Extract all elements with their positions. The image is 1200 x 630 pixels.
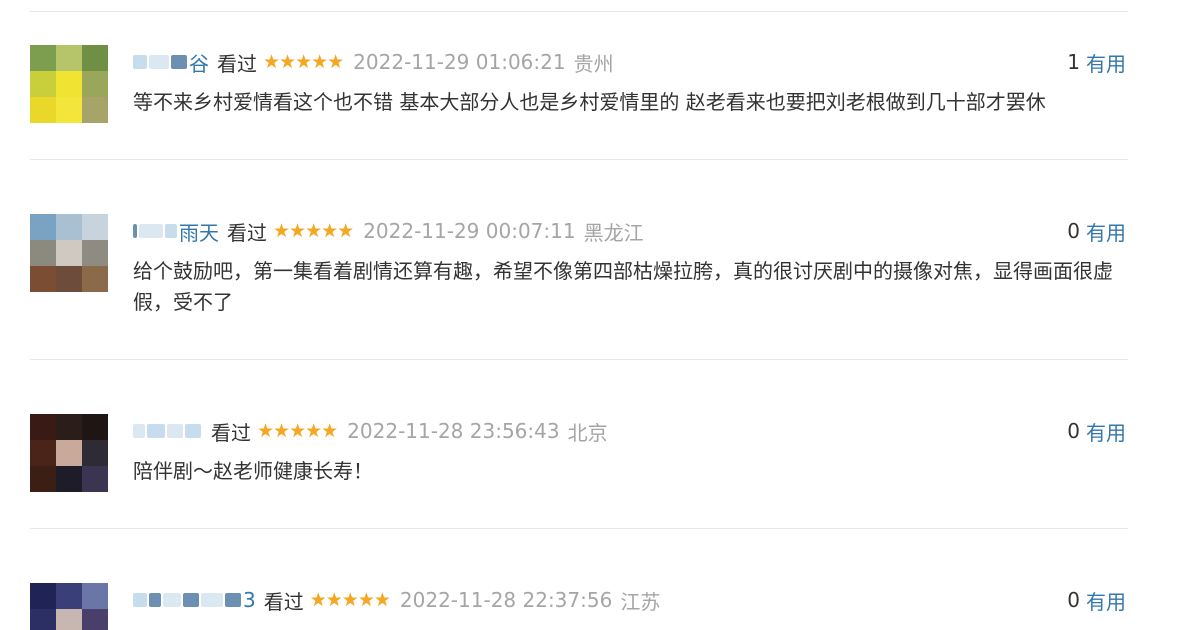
avatar[interactable] xyxy=(30,214,108,292)
username-link[interactable]: 3 xyxy=(133,588,256,612)
avatar[interactable] xyxy=(30,583,108,630)
useful-button[interactable]: 有用 xyxy=(1086,586,1126,615)
avatar[interactable] xyxy=(30,414,108,492)
review-time: 2022-11-28 22:37:56 xyxy=(399,588,613,612)
username-text: 雨天 xyxy=(179,220,219,245)
review-item: 谷 看过 ★★★★★ 2022-11-29 01:06:21 贵州 1 有用 等… xyxy=(30,45,1128,135)
vote-area: 0 有用 xyxy=(1067,217,1126,245)
review-item: 看过 ★★★★★ 2022-11-28 23:56:43 北京 0 有用 陪伴剧… xyxy=(30,414,1128,504)
rating-stars: ★★★★★ xyxy=(273,220,354,242)
username-text: 谷 xyxy=(189,51,209,76)
review-text: 陪伴剧～赵老师健康长寿！ xyxy=(133,459,373,483)
rating-stars: ★★★★★ xyxy=(257,420,338,442)
useful-button[interactable]: 有用 xyxy=(1086,48,1126,77)
review-location: 贵州 xyxy=(573,51,614,76)
vote-area: 0 有用 xyxy=(1067,586,1126,614)
useful-count: 0 xyxy=(1067,219,1080,243)
review-text: 等不来乡村爱情看这个也不错 基本大部分人也是乡村爱情里的 赵老看来也要把刘老根做… xyxy=(133,90,1046,114)
review-text: 给个鼓励吧，第一集看着剧情还算有趣，希望不像第四部枯燥拉胯，真的很讨厌剧中的摄像… xyxy=(133,259,1113,314)
rating-stars: ★★★★★ xyxy=(309,589,391,611)
avatar[interactable] xyxy=(30,45,108,123)
divider xyxy=(30,11,1128,12)
divider xyxy=(30,359,1128,360)
review-item: 3 看过 ★★★★★ 2022-11-28 22:37:56 江苏 0 有用 xyxy=(30,583,1128,630)
review-location: 北京 xyxy=(567,420,608,445)
rating-stars: ★★★★★ xyxy=(263,51,344,73)
divider xyxy=(30,159,1128,160)
username-link[interactable]: 谷 xyxy=(133,48,209,77)
review-time: 2022-11-29 01:06:21 xyxy=(353,50,566,74)
useful-count: 0 xyxy=(1067,588,1080,612)
useful-count: 0 xyxy=(1067,419,1080,443)
review-time: 2022-11-28 23:56:43 xyxy=(347,419,560,443)
review-meta: 雨天 看过 ★★★★★ 2022-11-29 00:07:11 黑龙江 xyxy=(133,217,644,245)
divider xyxy=(30,528,1128,529)
review-location: 江苏 xyxy=(620,589,661,614)
vote-area: 0 有用 xyxy=(1067,417,1126,445)
review-meta: 谷 看过 ★★★★★ 2022-11-29 01:06:21 贵州 xyxy=(133,48,614,76)
username-link[interactable]: 雨天 xyxy=(133,217,219,246)
vote-area: 1 有用 xyxy=(1067,48,1126,76)
username-link[interactable] xyxy=(133,424,203,438)
useful-button[interactable]: 有用 xyxy=(1086,217,1126,246)
review-meta: 看过 ★★★★★ 2022-11-28 23:56:43 北京 xyxy=(133,417,608,445)
watch-status: 看过 xyxy=(263,589,304,614)
review-time: 2022-11-29 00:07:11 xyxy=(363,219,576,243)
watch-status: 看过 xyxy=(217,51,257,76)
useful-count: 1 xyxy=(1067,50,1080,74)
username-text: 3 xyxy=(243,588,256,612)
review-meta: 3 看过 ★★★★★ 2022-11-28 22:37:56 江苏 xyxy=(133,586,660,614)
watch-status: 看过 xyxy=(227,220,267,245)
watch-status: 看过 xyxy=(211,420,251,445)
review-location: 黑龙江 xyxy=(583,220,644,245)
useful-button[interactable]: 有用 xyxy=(1086,417,1126,446)
review-item: 雨天 看过 ★★★★★ 2022-11-29 00:07:11 黑龙江 0 有用… xyxy=(30,214,1128,334)
